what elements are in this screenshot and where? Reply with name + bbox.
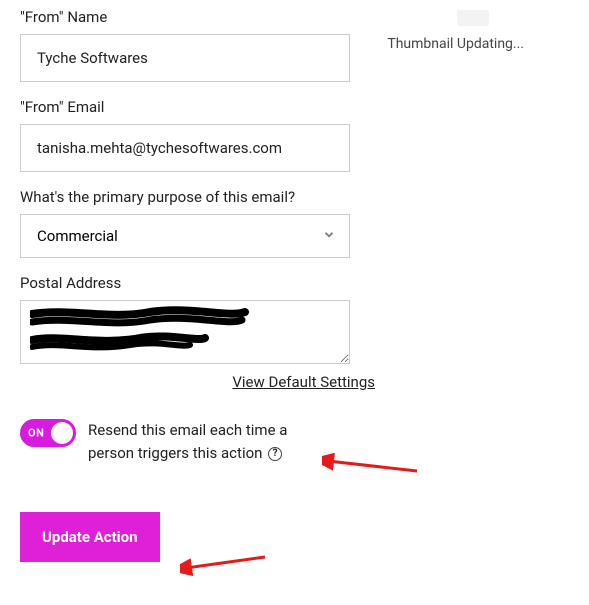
toggle-on-text: ON	[28, 427, 44, 440]
resend-toggle-row: ON Resend this email each time a person …	[20, 419, 380, 464]
form-container: "From" Name "From" Email What's the prim…	[0, 0, 380, 562]
help-icon[interactable]: ?	[268, 447, 282, 461]
update-action-button[interactable]: Update Action	[20, 512, 160, 562]
from-email-label: "From" Email	[20, 98, 380, 116]
toggle-knob	[51, 422, 73, 444]
from-email-field: "From" Email	[20, 98, 380, 172]
from-name-input[interactable]	[20, 34, 350, 82]
purpose-field: What's the primary purpose of this email…	[20, 188, 380, 258]
view-default-settings-link[interactable]: View Default Settings	[232, 373, 375, 391]
purpose-label: What's the primary purpose of this email…	[20, 188, 380, 206]
thumbnail-placeholder	[457, 10, 489, 26]
purpose-select[interactable]: Commercial	[20, 214, 350, 258]
postal-textarea[interactable]	[20, 300, 350, 364]
from-name-field: "From" Name	[20, 8, 380, 82]
thumbnail-status: Thumbnail Updating...	[387, 36, 524, 52]
from-email-input[interactable]	[20, 124, 350, 172]
from-name-label: "From" Name	[20, 8, 380, 26]
postal-field: Postal Address View Default Settings	[20, 274, 380, 391]
resend-toggle[interactable]: ON	[20, 419, 76, 447]
resend-toggle-label: Resend this email each time a person tri…	[88, 419, 318, 464]
postal-label: Postal Address	[20, 274, 380, 292]
